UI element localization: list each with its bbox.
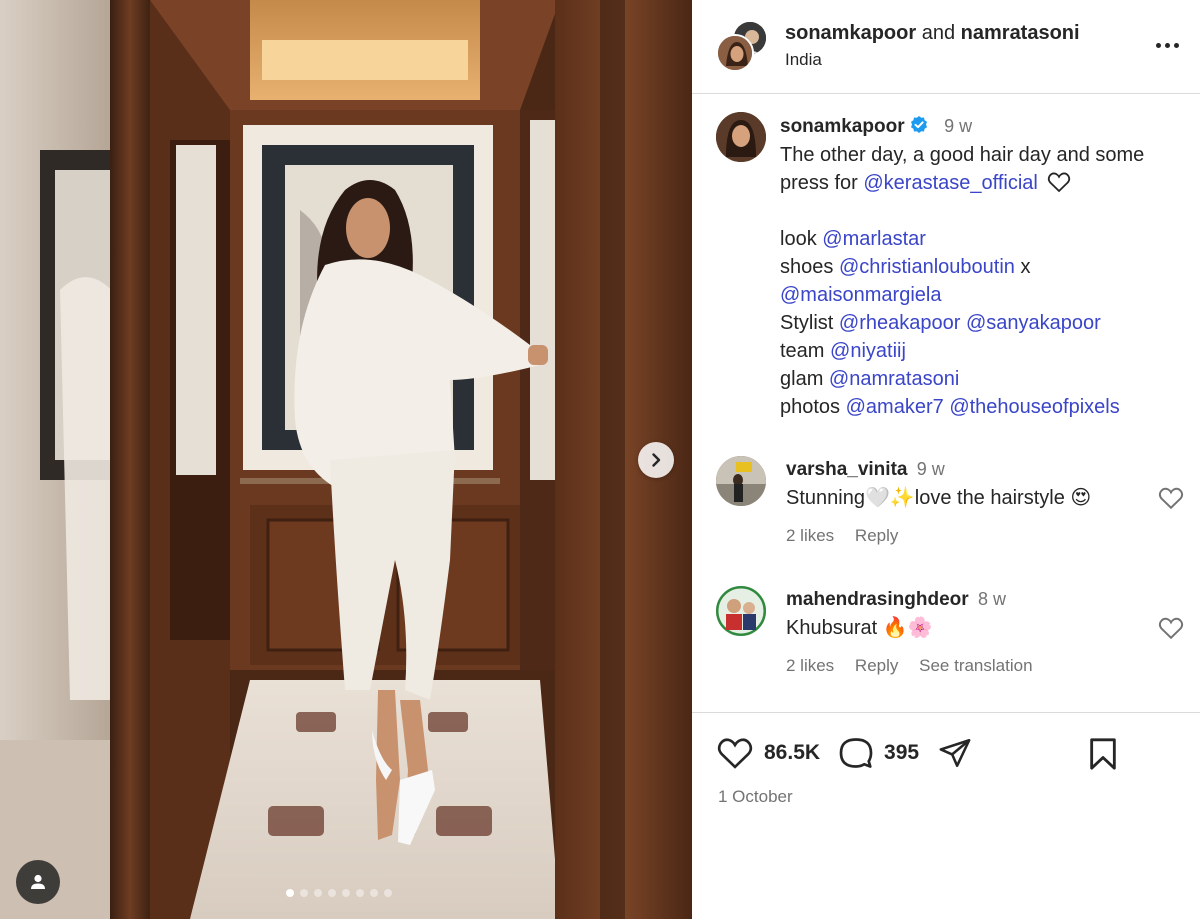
white-heart-icon (1048, 172, 1071, 193)
carousel-dot (300, 889, 308, 897)
caption-timestamp: 9 w (944, 116, 973, 136)
caption-text: press for (780, 172, 858, 194)
post-photo (0, 0, 692, 919)
comment-item: varsha_vinita 9 w Stunning🤍✨love the hai… (716, 456, 1186, 566)
like-comment-button[interactable] (1158, 486, 1184, 515)
caption-username[interactable]: sonamkapoor (780, 116, 905, 137)
author-joiner: and (921, 22, 956, 44)
caption-text: look (780, 228, 817, 250)
mention-link[interactable]: @marlastar (822, 228, 926, 250)
verified-badge-icon (910, 116, 927, 133)
share-button[interactable] (937, 736, 973, 770)
caption-line: The other day, a good hair day and some (780, 144, 1145, 166)
author-username[interactable]: sonamkapoor (785, 22, 916, 44)
caption-text: team (780, 340, 825, 362)
avatar[interactable] (716, 586, 766, 636)
mention-link[interactable]: @thehouseofpixels (949, 396, 1119, 418)
comments-count[interactable]: 395 (884, 741, 919, 765)
post-caption: sonamkapoor 9 w The other day, a good ha… (780, 112, 1185, 421)
post-media[interactable] (0, 0, 692, 919)
comment-item: mahendrasinghdeor 8 w Khubsurat 🔥🌸 2 lik… (716, 586, 1186, 696)
comment-button[interactable]: 395 (838, 735, 937, 771)
post-header: sonamkapoor and namratasoni India (692, 0, 1200, 94)
caption-text: glam (780, 368, 824, 390)
comment-text: Khubsurat 🔥🌸 (786, 617, 933, 639)
comment-username[interactable]: mahendrasinghdeor (786, 589, 969, 610)
avatar[interactable] (716, 112, 766, 162)
collab-avatars[interactable] (716, 20, 768, 72)
mention-link[interactable]: @niyatiij (830, 340, 906, 362)
mention-link[interactable]: @kerastase_official (863, 172, 1037, 194)
heart-icon (1158, 617, 1184, 640)
comment-timestamp: 8 w (977, 589, 1006, 609)
user-tag-icon (31, 874, 45, 889)
carousel-dot (370, 889, 378, 897)
user-tags-button[interactable] (16, 860, 60, 904)
carousel-dot (384, 889, 392, 897)
mention-link[interactable]: @rheakapoor (839, 312, 960, 334)
comment-timestamp: 9 w (916, 459, 945, 479)
comment-username[interactable]: varsha_vinita (786, 459, 907, 480)
post-footer: 86.5K 395 1 October (692, 712, 1200, 919)
post-date[interactable]: 1 October (718, 787, 793, 807)
comment-icon (839, 738, 873, 768)
reply-button[interactable]: Reply (855, 656, 898, 675)
caption-text: photos (780, 396, 841, 418)
chevron-right-icon (652, 453, 661, 467)
more-options-button[interactable] (1150, 30, 1184, 60)
mention-link[interactable]: @sanyakapoor (966, 312, 1101, 334)
post-details-panel: sonamkapoor and namratasoni India sonamk… (692, 0, 1200, 919)
avatar (716, 34, 754, 72)
like-button[interactable]: 86.5K (716, 736, 838, 770)
next-image-button[interactable] (638, 442, 674, 478)
like-comment-button[interactable] (1158, 616, 1184, 645)
comment-likes-count[interactable]: 2 likes (786, 526, 834, 545)
comment-likes-count[interactable]: 2 likes (786, 656, 834, 675)
more-options-icon (1155, 42, 1179, 48)
post-authors: sonamkapoor and namratasoni (785, 20, 1080, 46)
carousel-dot (328, 889, 336, 897)
caption-text: shoes (780, 256, 834, 278)
carousel-dot (356, 889, 364, 897)
carousel-dot (342, 889, 350, 897)
mention-link[interactable]: @maisonmargiela (780, 284, 941, 306)
post-actions: 86.5K 395 (716, 735, 973, 771)
see-translation-button[interactable]: See translation (919, 656, 1032, 675)
reply-button[interactable]: Reply (855, 526, 898, 545)
comment-text: Stunning🤍✨love the hairstyle 😍 (786, 487, 1092, 509)
caption-text: Stylist (780, 312, 834, 334)
heart-icon (1158, 487, 1184, 510)
carousel-dot (286, 889, 294, 897)
mention-link[interactable]: @amaker7 (846, 396, 944, 418)
carousel-indicator (286, 889, 392, 897)
caption-text: x (1020, 256, 1031, 278)
carousel-dot (314, 889, 322, 897)
avatar[interactable] (716, 456, 766, 506)
mention-link[interactable]: @namratasoni (829, 368, 959, 390)
likes-count[interactable]: 86.5K (764, 741, 820, 765)
bookmark-icon (1090, 738, 1116, 770)
collaborator-username[interactable]: namratasoni (961, 22, 1080, 44)
heart-icon (717, 738, 753, 769)
mention-link[interactable]: @christianlouboutin (839, 256, 1015, 278)
post-location[interactable]: India (785, 50, 822, 70)
share-icon (939, 738, 971, 768)
save-button[interactable] (1088, 737, 1118, 776)
